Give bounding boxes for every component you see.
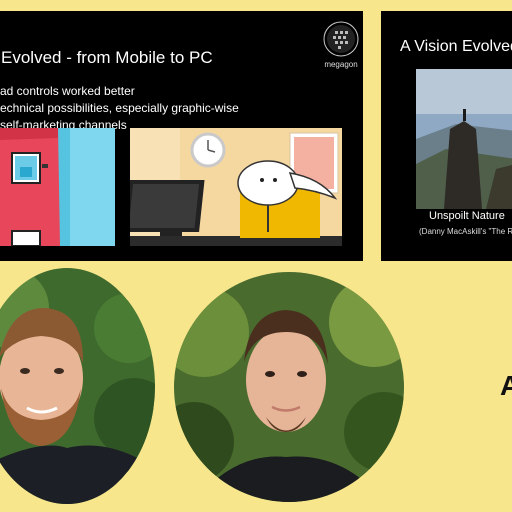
nature-photo [416, 69, 512, 209]
slide-title: Evolved - from Mobile to PC [1, 48, 213, 67]
bullet-list: ad controls worked better echnical possi… [0, 83, 239, 134]
bullet-item: echnical possibilities, especially graph… [0, 101, 239, 115]
photo-caption-sub: (Danny MacAskill's "The R [419, 227, 512, 236]
presenter-portrait-left [0, 268, 155, 504]
logo-text: megagon [324, 60, 358, 69]
presenter-portrait-right [174, 272, 404, 502]
cropped-heading-letter: A [500, 370, 512, 401]
megagon-logo: megagon [318, 20, 363, 76]
building-illustration [0, 128, 115, 247]
bullet-item: ad controls worked better [0, 84, 135, 98]
office-illustration [124, 128, 342, 246]
slide-title: A Vision Evolved [400, 38, 512, 55]
slide-vision-evolved: A Vision Evolved Unspoilt Nature (Danny … [381, 11, 512, 261]
photo-caption: Unspoilt Nature [429, 210, 505, 222]
slide-mobile-to-pc: Evolved - from Mobile to PC ad controls … [0, 11, 363, 261]
